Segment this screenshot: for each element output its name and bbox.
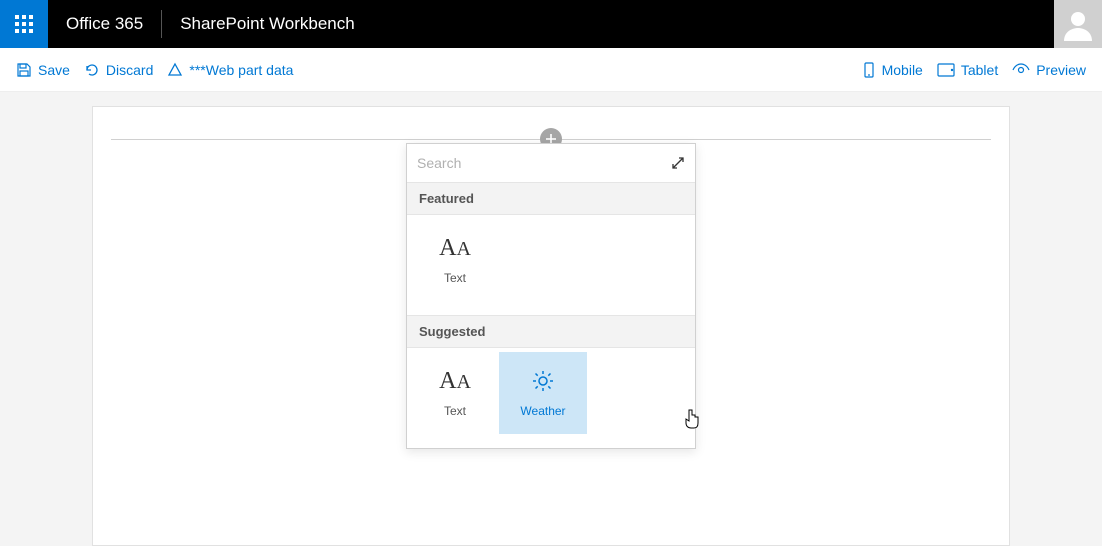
suggested-grid: AA Text Weather: [407, 348, 695, 448]
text-icon: AA: [439, 235, 471, 261]
webpart-item-weather[interactable]: Weather: [499, 352, 587, 434]
search-input[interactable]: [417, 155, 671, 171]
featured-header: Featured: [407, 182, 695, 215]
webpart-item-text[interactable]: AA Text: [411, 352, 499, 434]
webpart-data-label: ***Web part data: [189, 62, 293, 78]
suggested-header: Suggested: [407, 315, 695, 348]
eye-icon: [1012, 63, 1030, 77]
featured-grid: AA Text: [407, 215, 695, 315]
save-label: Save: [38, 62, 70, 78]
mobile-icon: [862, 62, 876, 78]
webpart-toolbox: Featured AA Text Suggested AA Text: [406, 143, 696, 449]
preview-label: Preview: [1036, 62, 1086, 78]
text-icon: AA: [439, 368, 471, 394]
mobile-label: Mobile: [882, 62, 923, 78]
brand-label: Office 365: [48, 14, 161, 34]
preview-button[interactable]: Preview: [1012, 62, 1086, 78]
expand-icon: [671, 156, 685, 170]
app-title: SharePoint Workbench: [162, 14, 373, 34]
waffle-icon: [15, 15, 33, 33]
tablet-label: Tablet: [961, 62, 998, 78]
command-bar: Save Discard ***Web part data Mobile Tab…: [0, 48, 1102, 92]
save-button[interactable]: Save: [16, 62, 70, 78]
tablet-button[interactable]: Tablet: [937, 62, 998, 78]
tablet-icon: [937, 63, 955, 77]
webpart-item-label: Text: [444, 271, 466, 285]
expand-toolbox-button[interactable]: [671, 156, 685, 170]
discard-button[interactable]: Discard: [84, 62, 153, 78]
webpart-item-label: Text: [444, 404, 466, 418]
save-icon: [16, 62, 32, 78]
webpart-item-text[interactable]: AA Text: [411, 219, 499, 301]
undo-icon: [84, 62, 100, 78]
webpart-item-label: Weather: [520, 404, 565, 418]
webpart-data-button[interactable]: ***Web part data: [167, 62, 293, 78]
person-icon: [1061, 7, 1095, 41]
app-launcher-button[interactable]: [0, 0, 48, 48]
account-avatar[interactable]: [1054, 0, 1102, 48]
page-canvas: Featured AA Text Suggested AA Text: [92, 106, 1010, 546]
discard-label: Discard: [106, 62, 153, 78]
triangle-icon: [167, 62, 183, 78]
suite-bar: Office 365 SharePoint Workbench: [0, 0, 1102, 48]
sun-icon: [531, 368, 555, 394]
mobile-button[interactable]: Mobile: [862, 62, 923, 78]
